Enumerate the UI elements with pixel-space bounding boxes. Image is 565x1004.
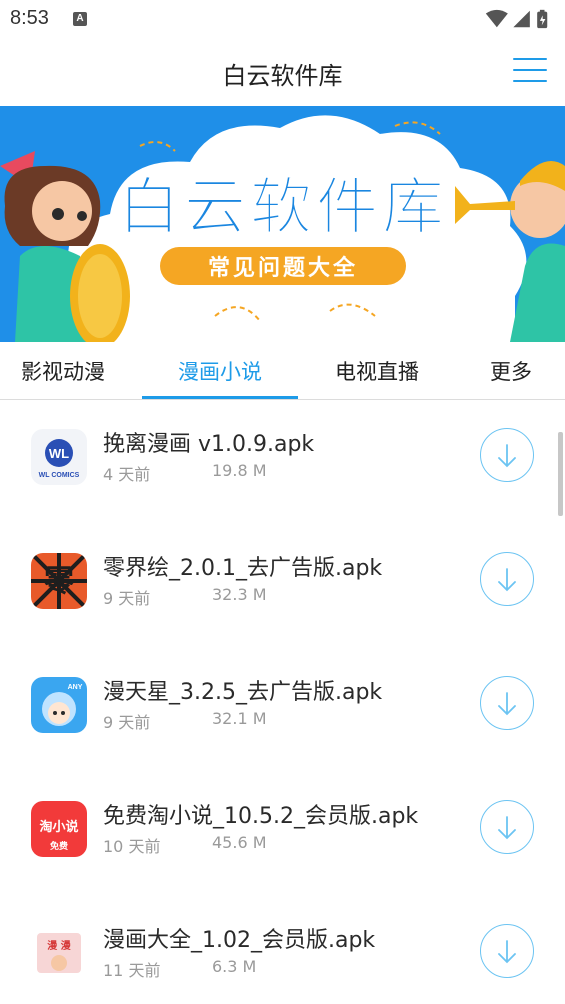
hamburger-menu-icon[interactable]	[513, 58, 547, 86]
category-tabs: 影视动漫 漫画小说 电视直播 更多	[0, 342, 565, 400]
download-arrow-icon	[498, 568, 516, 592]
svg-text:免费: 免费	[50, 840, 68, 852]
list-item[interactable]: 零 零界绘_2.0.1_去广告版.apk 9 天前 32.3 M	[0, 525, 565, 649]
scrollbar[interactable]	[558, 432, 563, 516]
app-name: 漫画大全_1.02_会员版.apk	[103, 928, 376, 953]
taoxiaoshuo-app-icon: 淘小说 免费	[31, 801, 87, 857]
download-arrow-icon	[498, 940, 516, 964]
active-tab-indicator	[142, 396, 298, 399]
download-button[interactable]	[480, 676, 534, 730]
app-date: 10 天前	[103, 837, 161, 856]
download-button[interactable]	[480, 924, 534, 978]
svg-text:ANY: ANY	[68, 684, 83, 691]
svg-text:零: 零	[44, 564, 75, 599]
app-name: 挽离漫画 v1.0.9.apk	[103, 432, 315, 457]
app-name: 零界绘_2.0.1_去广告版.apk	[103, 556, 383, 581]
status-time: 8:53	[10, 7, 49, 29]
download-button[interactable]	[480, 552, 534, 606]
app-list: WL WL COMICS 挽离漫画 v1.0.9.apk 4 天前 19.8 M…	[0, 401, 565, 1004]
list-item[interactable]: 漫 漫 漫画大全_1.02_会员版.apk 11 天前 6.3 M	[0, 897, 565, 1004]
tab-yingshi-dongman[interactable]: 影视动漫	[0, 342, 126, 400]
app-size: 45.6 M	[212, 833, 267, 852]
svg-text:淘小说: 淘小说	[39, 819, 78, 835]
status-bar: 8:53 A	[0, 0, 565, 38]
app-size: 6.3 M	[212, 957, 257, 976]
notification-icon: A	[73, 12, 87, 26]
list-item[interactable]: ANY 漫天星_3.2.5_去广告版.apk 9 天前 32.1 M	[0, 649, 565, 773]
list-item[interactable]: WL WL COMICS 挽离漫画 v1.0.9.apk 4 天前 19.8 M	[0, 401, 565, 525]
app-date: 4 天前	[103, 465, 151, 484]
app-date: 9 天前	[103, 713, 151, 732]
app-size: 32.3 M	[212, 585, 267, 604]
wifi-icon	[485, 9, 508, 28]
mantianxing-app-icon: ANY	[31, 677, 87, 733]
app-name: 漫天星_3.2.5_去广告版.apk	[103, 680, 383, 705]
app-date: 11 天前	[103, 961, 161, 980]
download-arrow-icon	[498, 444, 516, 468]
download-button[interactable]	[480, 428, 534, 482]
list-item[interactable]: 淘小说 免费 免费淘小说_10.5.2_会员版.apk 10 天前 45.6 M	[0, 773, 565, 897]
manhuadaquan-app-icon: 漫 漫	[31, 925, 87, 981]
status-icons	[485, 9, 548, 29]
tab-gengduo[interactable]: 更多	[470, 342, 552, 400]
page-title: 白云软件库	[222, 62, 343, 90]
svg-text:WL COMICS: WL COMICS	[39, 472, 80, 479]
lingjiehui-app-icon: 零	[31, 553, 87, 609]
app-header: 白云软件库	[0, 38, 565, 106]
wl-comics-app-icon: WL WL COMICS	[31, 429, 87, 485]
tab-dianshi-zhibo[interactable]: 电视直播	[312, 342, 442, 400]
banner[interactable]: 白云软件库 常见问题大全	[0, 106, 565, 342]
tab-manhua-xiaoshuo[interactable]: 漫画小说	[142, 342, 298, 400]
signal-icon	[513, 10, 530, 28]
download-button[interactable]	[480, 800, 534, 854]
banner-title: 白云软件库	[118, 170, 448, 243]
app-name: 免费淘小说_10.5.2_会员版.apk	[103, 804, 419, 829]
app-date: 9 天前	[103, 589, 151, 608]
app-size: 19.8 M	[212, 461, 267, 480]
svg-text:漫 漫: 漫 漫	[47, 940, 71, 952]
svg-text:WL: WL	[49, 446, 69, 461]
app-size: 32.1 M	[212, 709, 267, 728]
banner-subtitle: 常见问题大全	[208, 255, 358, 281]
download-arrow-icon	[498, 692, 516, 716]
banner-illustration: 白云软件库 常见问题大全	[0, 106, 565, 342]
download-arrow-icon	[498, 816, 516, 840]
